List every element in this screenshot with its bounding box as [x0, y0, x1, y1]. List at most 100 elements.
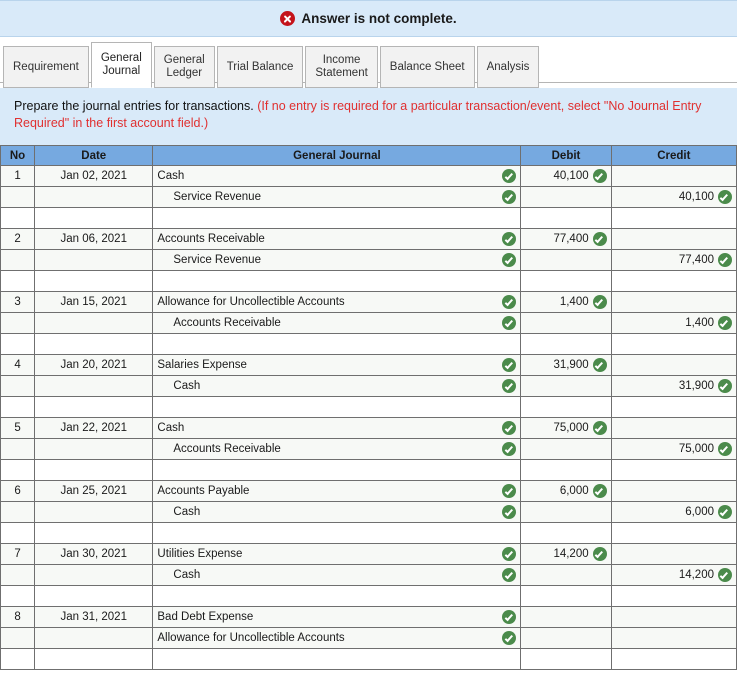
cell-account[interactable]: [152, 522, 522, 544]
cell-credit[interactable]: [610, 291, 737, 313]
cell-debit[interactable]: 31,900: [520, 354, 612, 376]
cell-account[interactable]: Utilities Expense: [152, 543, 522, 565]
cell-date[interactable]: [34, 375, 154, 397]
cell-account[interactable]: [152, 333, 522, 355]
cell-credit[interactable]: [610, 396, 737, 418]
cell-credit[interactable]: [610, 522, 737, 544]
cell-date[interactable]: [34, 186, 154, 208]
cell-date[interactable]: [34, 501, 154, 523]
cell-credit[interactable]: [610, 228, 737, 250]
cell-debit[interactable]: [520, 564, 612, 586]
cell-account[interactable]: Allowance for Uncollectible Accounts: [152, 291, 522, 313]
cell-credit[interactable]: [610, 606, 737, 628]
cell-account[interactable]: Bad Debt Expense: [152, 606, 522, 628]
cell-date[interactable]: [34, 627, 154, 649]
cell-date[interactable]: Jan 22, 2021: [34, 417, 154, 439]
cell-date[interactable]: [34, 207, 154, 229]
tab-general-journal[interactable]: General Journal: [90, 42, 152, 88]
cell-account[interactable]: [152, 648, 522, 670]
cell-date[interactable]: [34, 648, 154, 670]
cell-account[interactable]: Service Revenue: [152, 186, 522, 208]
cell-credit[interactable]: 14,200: [610, 564, 737, 586]
cell-account[interactable]: [152, 270, 522, 292]
cell-account[interactable]: [152, 207, 522, 229]
cell-debit[interactable]: [520, 648, 612, 670]
cell-debit[interactable]: 75,000: [520, 417, 612, 439]
cell-credit[interactable]: [610, 627, 737, 649]
cell-credit[interactable]: [610, 270, 737, 292]
cell-account[interactable]: Cash: [152, 375, 522, 397]
cell-account[interactable]: Accounts Receivable: [152, 438, 522, 460]
cell-account[interactable]: Accounts Receivable: [152, 228, 522, 250]
cell-credit[interactable]: 31,900: [610, 375, 737, 397]
cell-credit[interactable]: 75,000: [610, 438, 737, 460]
cell-credit[interactable]: 77,400: [610, 249, 737, 271]
cell-account[interactable]: Cash: [152, 165, 522, 187]
cell-debit[interactable]: [520, 606, 612, 628]
cell-credit[interactable]: [610, 333, 737, 355]
cell-date[interactable]: Jan 06, 2021: [34, 228, 154, 250]
cell-debit[interactable]: [520, 375, 612, 397]
cell-account[interactable]: [152, 585, 522, 607]
cell-debit[interactable]: [520, 501, 612, 523]
cell-date[interactable]: Jan 25, 2021: [34, 480, 154, 502]
cell-account[interactable]: Salaries Expense: [152, 354, 522, 376]
cell-credit[interactable]: [610, 354, 737, 376]
cell-debit[interactable]: 77,400: [520, 228, 612, 250]
tab-trial-balance[interactable]: Trial Balance: [216, 46, 304, 88]
cell-debit[interactable]: [520, 522, 612, 544]
cell-credit[interactable]: 40,100: [610, 186, 737, 208]
tab-analysis[interactable]: Analysis: [476, 46, 540, 88]
cell-debit[interactable]: 1,400: [520, 291, 612, 313]
cell-debit[interactable]: 6,000: [520, 480, 612, 502]
cell-account[interactable]: Allowance for Uncollectible Accounts: [152, 627, 522, 649]
cell-credit[interactable]: [610, 480, 737, 502]
cell-date[interactable]: Jan 31, 2021: [34, 606, 154, 628]
cell-debit[interactable]: [520, 627, 612, 649]
cell-date[interactable]: [34, 438, 154, 460]
cell-date[interactable]: [34, 333, 154, 355]
cell-debit[interactable]: [520, 249, 612, 271]
tab-general-ledger[interactable]: General Ledger: [153, 46, 215, 88]
cell-credit[interactable]: [610, 459, 737, 481]
cell-debit[interactable]: [520, 585, 612, 607]
cell-credit[interactable]: [610, 648, 737, 670]
cell-debit[interactable]: [520, 312, 612, 334]
cell-credit[interactable]: [610, 165, 737, 187]
cell-account[interactable]: [152, 459, 522, 481]
cell-date[interactable]: Jan 02, 2021: [34, 165, 154, 187]
cell-debit[interactable]: 14,200: [520, 543, 612, 565]
cell-debit[interactable]: [520, 186, 612, 208]
cell-debit[interactable]: [520, 396, 612, 418]
cell-date[interactable]: Jan 20, 2021: [34, 354, 154, 376]
cell-date[interactable]: [34, 585, 154, 607]
cell-debit[interactable]: [520, 459, 612, 481]
cell-account[interactable]: Accounts Payable: [152, 480, 522, 502]
cell-account[interactable]: Cash: [152, 564, 522, 586]
cell-date[interactable]: [34, 459, 154, 481]
cell-credit[interactable]: [610, 207, 737, 229]
cell-credit[interactable]: 6,000: [610, 501, 737, 523]
cell-date[interactable]: Jan 30, 2021: [34, 543, 154, 565]
cell-account[interactable]: Accounts Receivable: [152, 312, 522, 334]
cell-account[interactable]: Cash: [152, 417, 522, 439]
cell-credit[interactable]: [610, 543, 737, 565]
cell-date[interactable]: Jan 15, 2021: [34, 291, 154, 313]
tab-income-statement[interactable]: Income Statement: [305, 46, 378, 88]
cell-date[interactable]: [34, 396, 154, 418]
cell-credit[interactable]: [610, 417, 737, 439]
cell-account[interactable]: Service Revenue: [152, 249, 522, 271]
cell-credit[interactable]: 1,400: [610, 312, 737, 334]
cell-debit[interactable]: [520, 270, 612, 292]
cell-date[interactable]: [34, 270, 154, 292]
cell-debit[interactable]: [520, 438, 612, 460]
cell-account[interactable]: Cash: [152, 501, 522, 523]
cell-debit[interactable]: [520, 207, 612, 229]
cell-date[interactable]: [34, 249, 154, 271]
tab-requirement[interactable]: Requirement: [3, 46, 89, 88]
cell-date[interactable]: [34, 312, 154, 334]
tab-balance-sheet[interactable]: Balance Sheet: [379, 46, 475, 88]
cell-date[interactable]: [34, 522, 154, 544]
cell-debit[interactable]: [520, 333, 612, 355]
cell-debit[interactable]: 40,100: [520, 165, 612, 187]
